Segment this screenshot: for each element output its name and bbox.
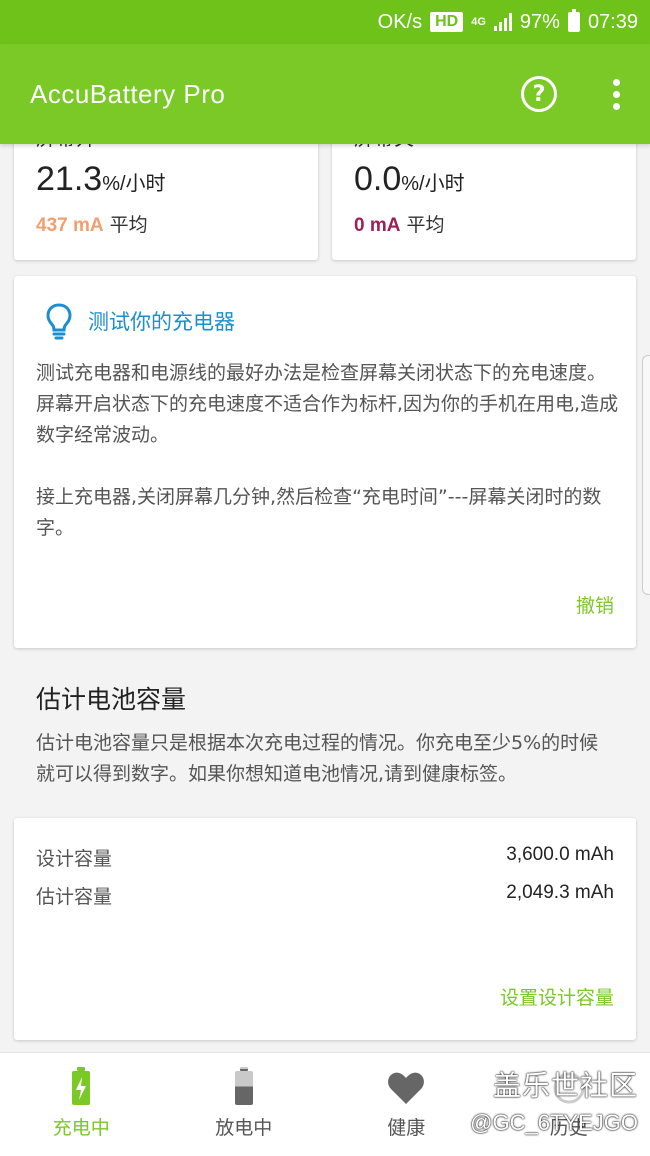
more-vertical-icon[interactable] <box>613 78 620 110</box>
screen-off-average: 0 mA 平均 <box>354 210 445 237</box>
battery-discharging-icon <box>234 1067 253 1105</box>
battery-icon <box>567 9 580 32</box>
tip-header: 测试你的充电器 <box>44 302 235 340</box>
screen-off-rate-value: 0.0 <box>354 160 402 198</box>
screen-on-average: 437 mA 平均 <box>36 210 148 237</box>
clock: 07:39 <box>587 10 638 33</box>
set-design-capacity-button[interactable]: 设置设计容量 <box>500 983 614 1010</box>
lightbulb-icon <box>46 303 72 340</box>
charger-tip-card: 测试你的充电器 测试充电器和电源线的最好办法是检查屏幕关闭状态下的充电速度。屏幕… <box>14 276 636 648</box>
network-speed: OK/s <box>377 10 423 33</box>
help-circle-icon[interactable]: ? <box>521 76 557 112</box>
capacity-section-title: 估计电池容量 <box>36 685 187 714</box>
app-bar: AccuBattery Pro ? <box>0 44 650 144</box>
tab-charging[interactable]: 充电中 <box>0 1053 163 1156</box>
tab-discharging-label: 放电中 <box>215 1117 273 1139</box>
tab-health-label: 健康 <box>387 1117 426 1139</box>
estimated-capacity-label: 估计容量 <box>36 886 113 908</box>
network-type: 4G <box>471 16 486 28</box>
screen-on-current: 437 mA <box>36 215 104 236</box>
design-capacity-label: 设计容量 <box>36 848 113 870</box>
estimated-capacity-row: 估计容量 2,049.3 mAh <box>36 882 614 909</box>
battery-percent: 97% <box>519 10 560 33</box>
watermark-user: @GC_6TYEJGO <box>470 1110 638 1135</box>
battery-charging-icon <box>72 1067 91 1105</box>
signal-icon <box>493 13 512 31</box>
scrollbar[interactable] <box>642 355 650 595</box>
capacity-description: 估计电池容量只是根据本次充电过程的情况。你充电至少5%的时候就可以得到数字。如果… <box>36 732 599 785</box>
screen-off-rate-unit: %/小时 <box>401 173 465 195</box>
tab-discharging[interactable]: 放电中 <box>163 1053 326 1156</box>
heart-icon <box>388 1072 425 1104</box>
tip-body: 测试充电器和电源线的最好办法是检查屏幕关闭状态下的充电速度。屏幕开启状态下的充电… <box>36 358 622 544</box>
screen-off-average-label: 平均 <box>406 214 445 236</box>
screen-on-rate: 21.3%/小时 <box>36 160 166 199</box>
screen-on-rate-unit: %/小时 <box>102 173 166 195</box>
screen-off-rate: 0.0%/小时 <box>354 160 465 199</box>
tip-title: 测试你的充电器 <box>88 310 235 334</box>
status-bar: OK/s HD 4G 97% 07:39 <box>0 0 650 44</box>
hd-badge: HD <box>430 12 464 32</box>
app-title: AccuBattery Pro <box>30 78 226 109</box>
screen-on-average-label: 平均 <box>109 214 148 236</box>
screen-off-current: 0 mA <box>354 215 401 236</box>
capacity-card: 设计容量 3,600.0 mAh 估计容量 2,049.3 mAh 设置设计容量 <box>14 818 636 1040</box>
design-capacity-row: 设计容量 3,600.0 mAh <box>36 844 614 871</box>
tab-health[interactable]: 健康 <box>325 1053 488 1156</box>
tab-charging-label: 充电中 <box>52 1117 110 1139</box>
screen-on-rate-value: 21.3 <box>36 160 103 198</box>
watermark-site: 盖乐世社区 <box>492 1069 638 1102</box>
watermark: 盖乐世社区 @GC_6TYEJGO <box>470 1064 638 1136</box>
design-capacity-value: 3,600.0 mAh <box>506 844 614 865</box>
tip-paragraph-2: 接上充电器,关闭屏幕几分钟,然后检查“充电时间”---屏幕关闭时的数字。 <box>36 486 602 539</box>
dismiss-button[interactable]: 撤销 <box>576 591 614 618</box>
estimated-capacity-value: 2,049.3 mAh <box>506 882 614 903</box>
tip-paragraph-1: 测试充电器和电源线的最好办法是检查屏幕关闭状态下的充电速度。屏幕开启状态下的充电… <box>36 362 619 446</box>
